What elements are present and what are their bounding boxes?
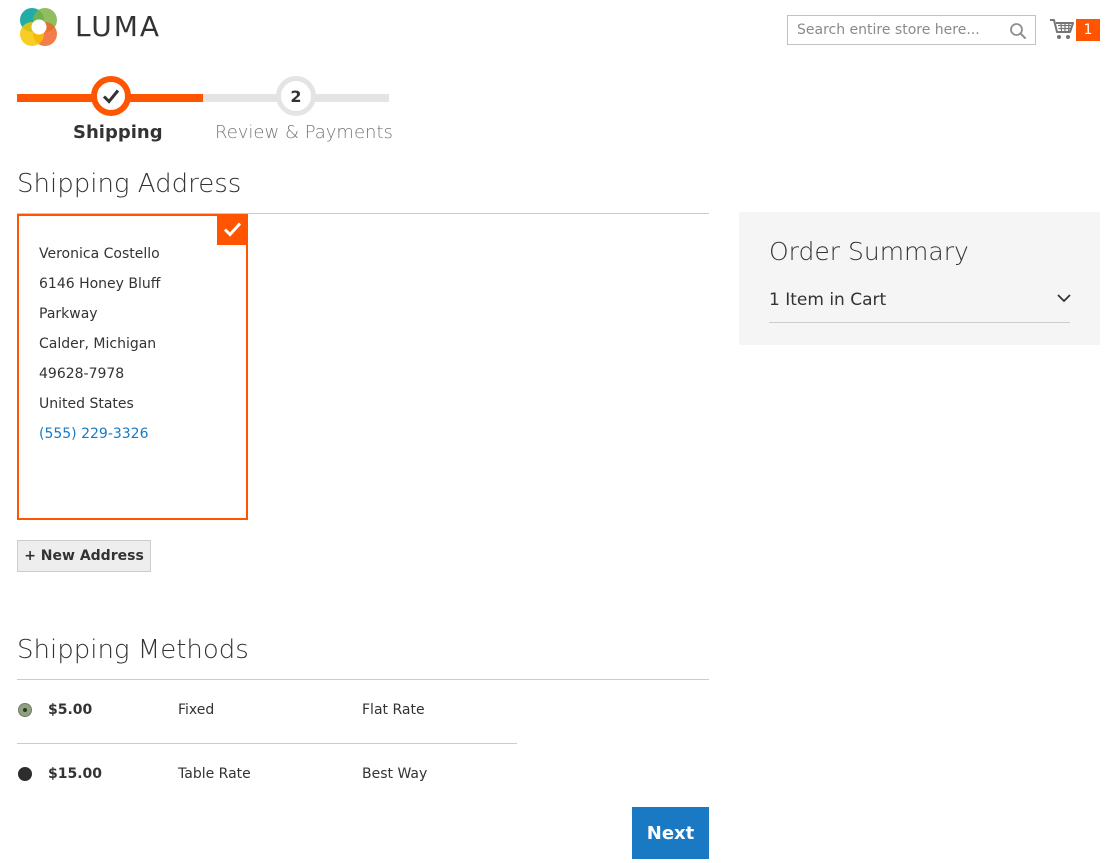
cart-icon[interactable] bbox=[1049, 17, 1075, 41]
address-street-2: Parkway bbox=[39, 306, 98, 322]
address-phone-link[interactable]: (555) 229-3326 bbox=[39, 419, 160, 449]
address-lines: Veronica Costello 6146 Honey Bluff Parkw… bbox=[39, 239, 160, 449]
search-box bbox=[787, 15, 1036, 45]
summary-divider bbox=[769, 322, 1070, 323]
shipping-option-price: $5.00 bbox=[48, 702, 93, 718]
shipping-methods-title: Shipping Methods bbox=[17, 635, 249, 665]
step-label-review-payments: Review & Payments bbox=[215, 122, 393, 143]
next-button[interactable]: Next bbox=[632, 807, 709, 859]
address-country: United States bbox=[39, 396, 134, 412]
step-1-circle bbox=[91, 76, 131, 116]
address-city-region: Calder, Michigan bbox=[39, 336, 157, 352]
row-divider bbox=[17, 743, 517, 744]
shipping-option-method: Table Rate bbox=[178, 766, 251, 782]
logo-text[interactable]: LUMA bbox=[75, 10, 161, 43]
shipping-option-radio[interactable] bbox=[18, 767, 32, 781]
address-name: Veronica Costello bbox=[39, 246, 160, 262]
items-in-cart-toggle[interactable]: 1 Item in Cart bbox=[769, 290, 886, 310]
address-street-1: 6146 Honey Bluff bbox=[39, 276, 161, 292]
address-postcode: 49628-7978 bbox=[39, 366, 125, 382]
search-icon[interactable] bbox=[1009, 22, 1027, 40]
shipping-option-carrier: Best Way bbox=[362, 766, 428, 782]
step-2-circle: 2 bbox=[276, 76, 316, 116]
checkmark-icon bbox=[102, 89, 120, 104]
shipping-option-radio-selected[interactable] bbox=[18, 703, 32, 717]
divider bbox=[17, 679, 709, 680]
new-address-button[interactable]: + New Address bbox=[17, 540, 151, 572]
order-summary-title: Order Summary bbox=[769, 237, 969, 266]
step-label-shipping: Shipping bbox=[73, 122, 163, 143]
shipping-option-carrier: Flat Rate bbox=[362, 702, 425, 718]
search-input[interactable] bbox=[788, 16, 1007, 44]
step-2-number: 2 bbox=[290, 86, 302, 106]
shipping-option-method: Fixed bbox=[178, 702, 215, 718]
checkmark-icon bbox=[223, 222, 242, 237]
shipping-option-price: $15.00 bbox=[48, 766, 103, 782]
selected-address-check bbox=[217, 214, 248, 245]
cart-count-badge[interactable]: 1 bbox=[1076, 19, 1100, 41]
chevron-down-icon[interactable] bbox=[1056, 292, 1072, 304]
order-summary-panel bbox=[739, 212, 1100, 345]
shipping-address-title: Shipping Address bbox=[17, 169, 242, 199]
luma-logo-icon[interactable] bbox=[17, 6, 61, 50]
